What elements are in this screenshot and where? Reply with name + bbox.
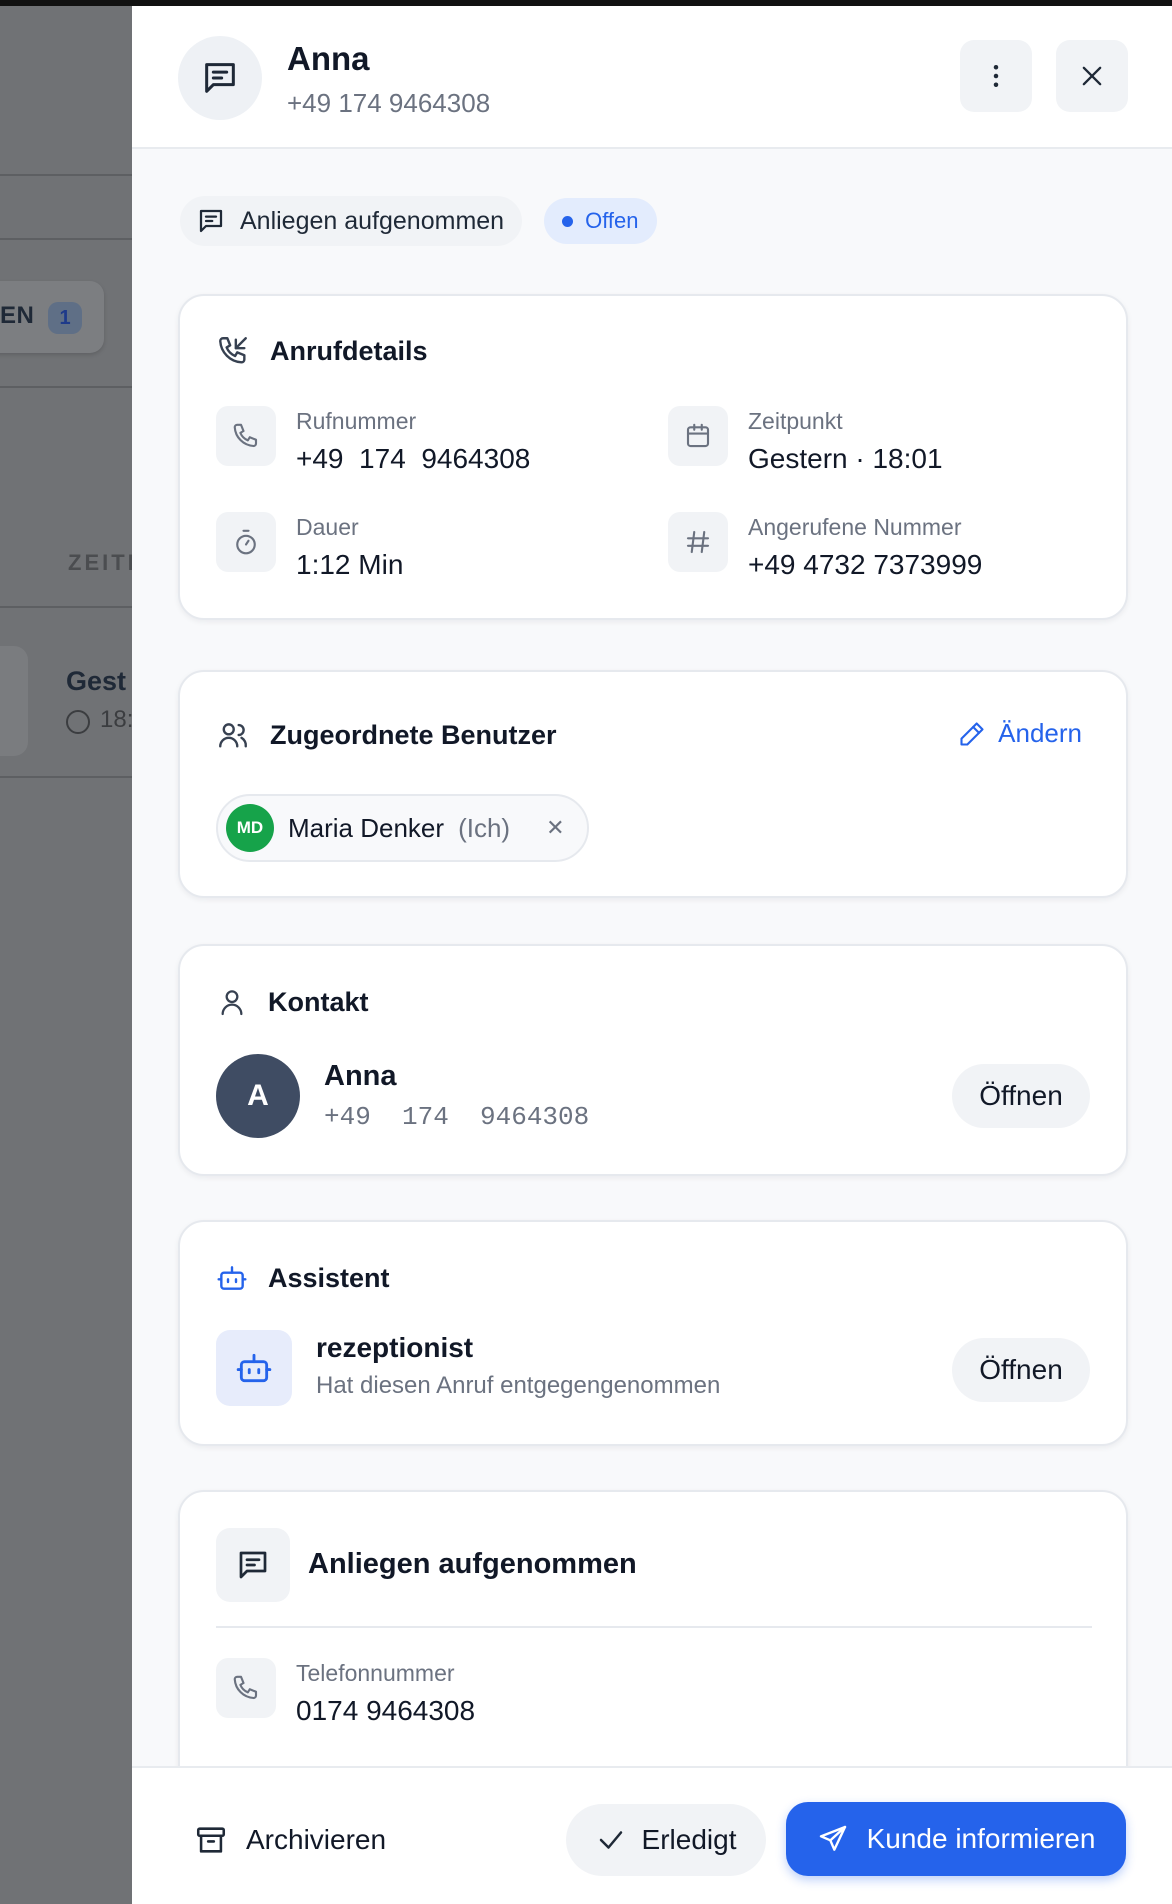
detail-value: Gestern · 18:01 xyxy=(748,443,943,474)
detail-called-number: Angerufene Nummer +49 4732 7373999 xyxy=(668,512,982,581)
status-badge-label: Offen xyxy=(585,208,639,233)
divider xyxy=(0,776,132,778)
contact-avatar: A xyxy=(216,1054,300,1138)
edit-label: Ändern xyxy=(998,718,1082,748)
detail-duration: Dauer 1:12 Min xyxy=(216,512,403,581)
card-title: Anrufdetails xyxy=(216,334,428,368)
clock-icon xyxy=(66,710,90,734)
detail-phone: Telefonnummer 0174 9464308 xyxy=(216,1658,475,1727)
assistant-name: rezeptionist xyxy=(316,1332,474,1363)
detail-value: 0174 9464308 xyxy=(296,1695,476,1726)
archive-button[interactable]: Archivieren xyxy=(194,1808,386,1872)
contact-name: Anna xyxy=(287,40,370,77)
calendar-icon xyxy=(668,406,728,466)
done-button[interactable]: Erledigt xyxy=(566,1804,766,1876)
detail-label: Rufnummer xyxy=(296,408,417,434)
done-label: Erledigt xyxy=(641,1824,737,1855)
contact-title: Kontakt xyxy=(268,986,369,1017)
background-row-time: 18: xyxy=(100,706,132,733)
detail-value: +49 4732 7373999 xyxy=(748,549,983,580)
detail-number: Rufnummer +49 174 9464308 xyxy=(216,406,530,475)
detail-value: +49 174 9464308 xyxy=(296,443,531,474)
open-contact-button[interactable]: Öffnen xyxy=(952,1064,1090,1128)
detail-label: Telefonnummer xyxy=(296,1660,455,1686)
divider xyxy=(0,238,132,240)
assistant-card: Assistent rezeptionist Hat diesen Anruf … xyxy=(178,1220,1128,1446)
contact-name: Anna xyxy=(324,1060,397,1092)
background-row-thumb xyxy=(0,646,28,756)
call-details-title: Anrufdetails xyxy=(270,335,428,366)
hash-icon xyxy=(668,512,728,572)
detail-label: Zeitpunkt xyxy=(748,408,843,434)
user-icon xyxy=(221,990,243,1016)
check-icon xyxy=(599,1831,622,1849)
send-icon xyxy=(819,1825,846,1851)
divider xyxy=(216,1626,1092,1628)
message-icon xyxy=(216,1528,290,1602)
user-suffix: (Ich) xyxy=(458,812,511,843)
detail-label: Dauer xyxy=(296,514,359,540)
assistant-description: Hat diesen Anruf entgegengenommen xyxy=(316,1372,721,1399)
detail-label: Angerufene Nummer xyxy=(748,514,962,540)
status-badge: Offen xyxy=(544,198,657,244)
pencil-icon xyxy=(960,721,984,746)
contact-phone: +49 174 9464308 xyxy=(324,1102,590,1132)
detail-value: 1:12 Min xyxy=(296,549,404,580)
request-title: Anliegen aufgenommen xyxy=(308,1548,637,1580)
inform-label: Kunde informieren xyxy=(866,1823,1096,1854)
contact-phone: +49 174 9464308 xyxy=(287,88,491,118)
archive-label: Archivieren xyxy=(246,1824,387,1855)
open-assistant-button[interactable]: Öffnen xyxy=(952,1338,1090,1402)
card-title: Zugeordnete Benutzer xyxy=(216,718,557,752)
card-title: Assistent xyxy=(216,1262,390,1294)
assigned-users-card: Zugeordnete Benutzer Ändern MD Maria Den… xyxy=(178,670,1128,898)
divider xyxy=(0,174,132,176)
drawer-header: Anna +49 174 9464308 xyxy=(132,6,1172,149)
card-title: Kontakt xyxy=(216,986,369,1018)
background-page: EN 1 ZEITP Gest 18: xyxy=(0,6,132,1904)
background-tab-label: EN xyxy=(0,302,35,329)
call-details-card: Anrufdetails Rufnummer +49 174 9464308 Z… xyxy=(178,294,1128,620)
users-icon xyxy=(219,723,247,748)
close-button[interactable] xyxy=(1056,40,1128,112)
phone-icon xyxy=(216,406,276,466)
inform-customer-button[interactable]: Kunde informieren xyxy=(786,1802,1126,1876)
avatar: MD xyxy=(226,804,274,852)
type-badge: Anliegen aufgenommen xyxy=(180,196,523,246)
more-icon xyxy=(993,65,999,87)
bot-icon xyxy=(217,1266,247,1290)
message-icon xyxy=(178,36,262,120)
incoming-call-icon xyxy=(219,337,247,364)
background-row-title: Gest xyxy=(66,666,127,696)
status-dot-icon xyxy=(562,215,574,227)
bot-icon xyxy=(216,1330,292,1406)
drawer-footer: Archivieren Erledigt Kunde informieren xyxy=(132,1766,1172,1904)
background-tab-count: 1 xyxy=(48,302,82,334)
assigned-users-title: Zugeordnete Benutzer xyxy=(270,719,557,750)
divider xyxy=(0,606,132,608)
detail-time: Zeitpunkt Gestern · 18:01 xyxy=(668,406,943,475)
contact-card: Kontakt A Anna +49 174 9464308 Öffnen xyxy=(178,944,1128,1176)
type-badge-label: Anliegen aufgenommen xyxy=(240,206,505,235)
close-icon xyxy=(1082,66,1102,86)
timer-icon xyxy=(216,512,276,572)
status-row: Anliegen aufgenommen Offen xyxy=(180,196,657,246)
divider xyxy=(0,386,132,388)
background-column-header: ZEITP xyxy=(68,550,132,575)
assistant-title: Assistent xyxy=(268,1262,390,1293)
user-name: Maria Denker xyxy=(288,812,445,843)
remove-user-icon[interactable]: ✕ xyxy=(546,815,564,841)
edit-assigned-users-link[interactable]: Ändern xyxy=(958,718,1082,749)
phone-icon xyxy=(216,1658,276,1718)
archive-icon xyxy=(196,1827,226,1853)
message-icon xyxy=(199,209,223,233)
assigned-user-chip: MD Maria Denker (Ich) ✕ xyxy=(216,794,589,862)
more-options-button[interactable] xyxy=(960,40,1032,112)
call-detail-drawer: Anna +49 174 9464308 Anliegen aufgenomme… xyxy=(132,6,1172,1904)
